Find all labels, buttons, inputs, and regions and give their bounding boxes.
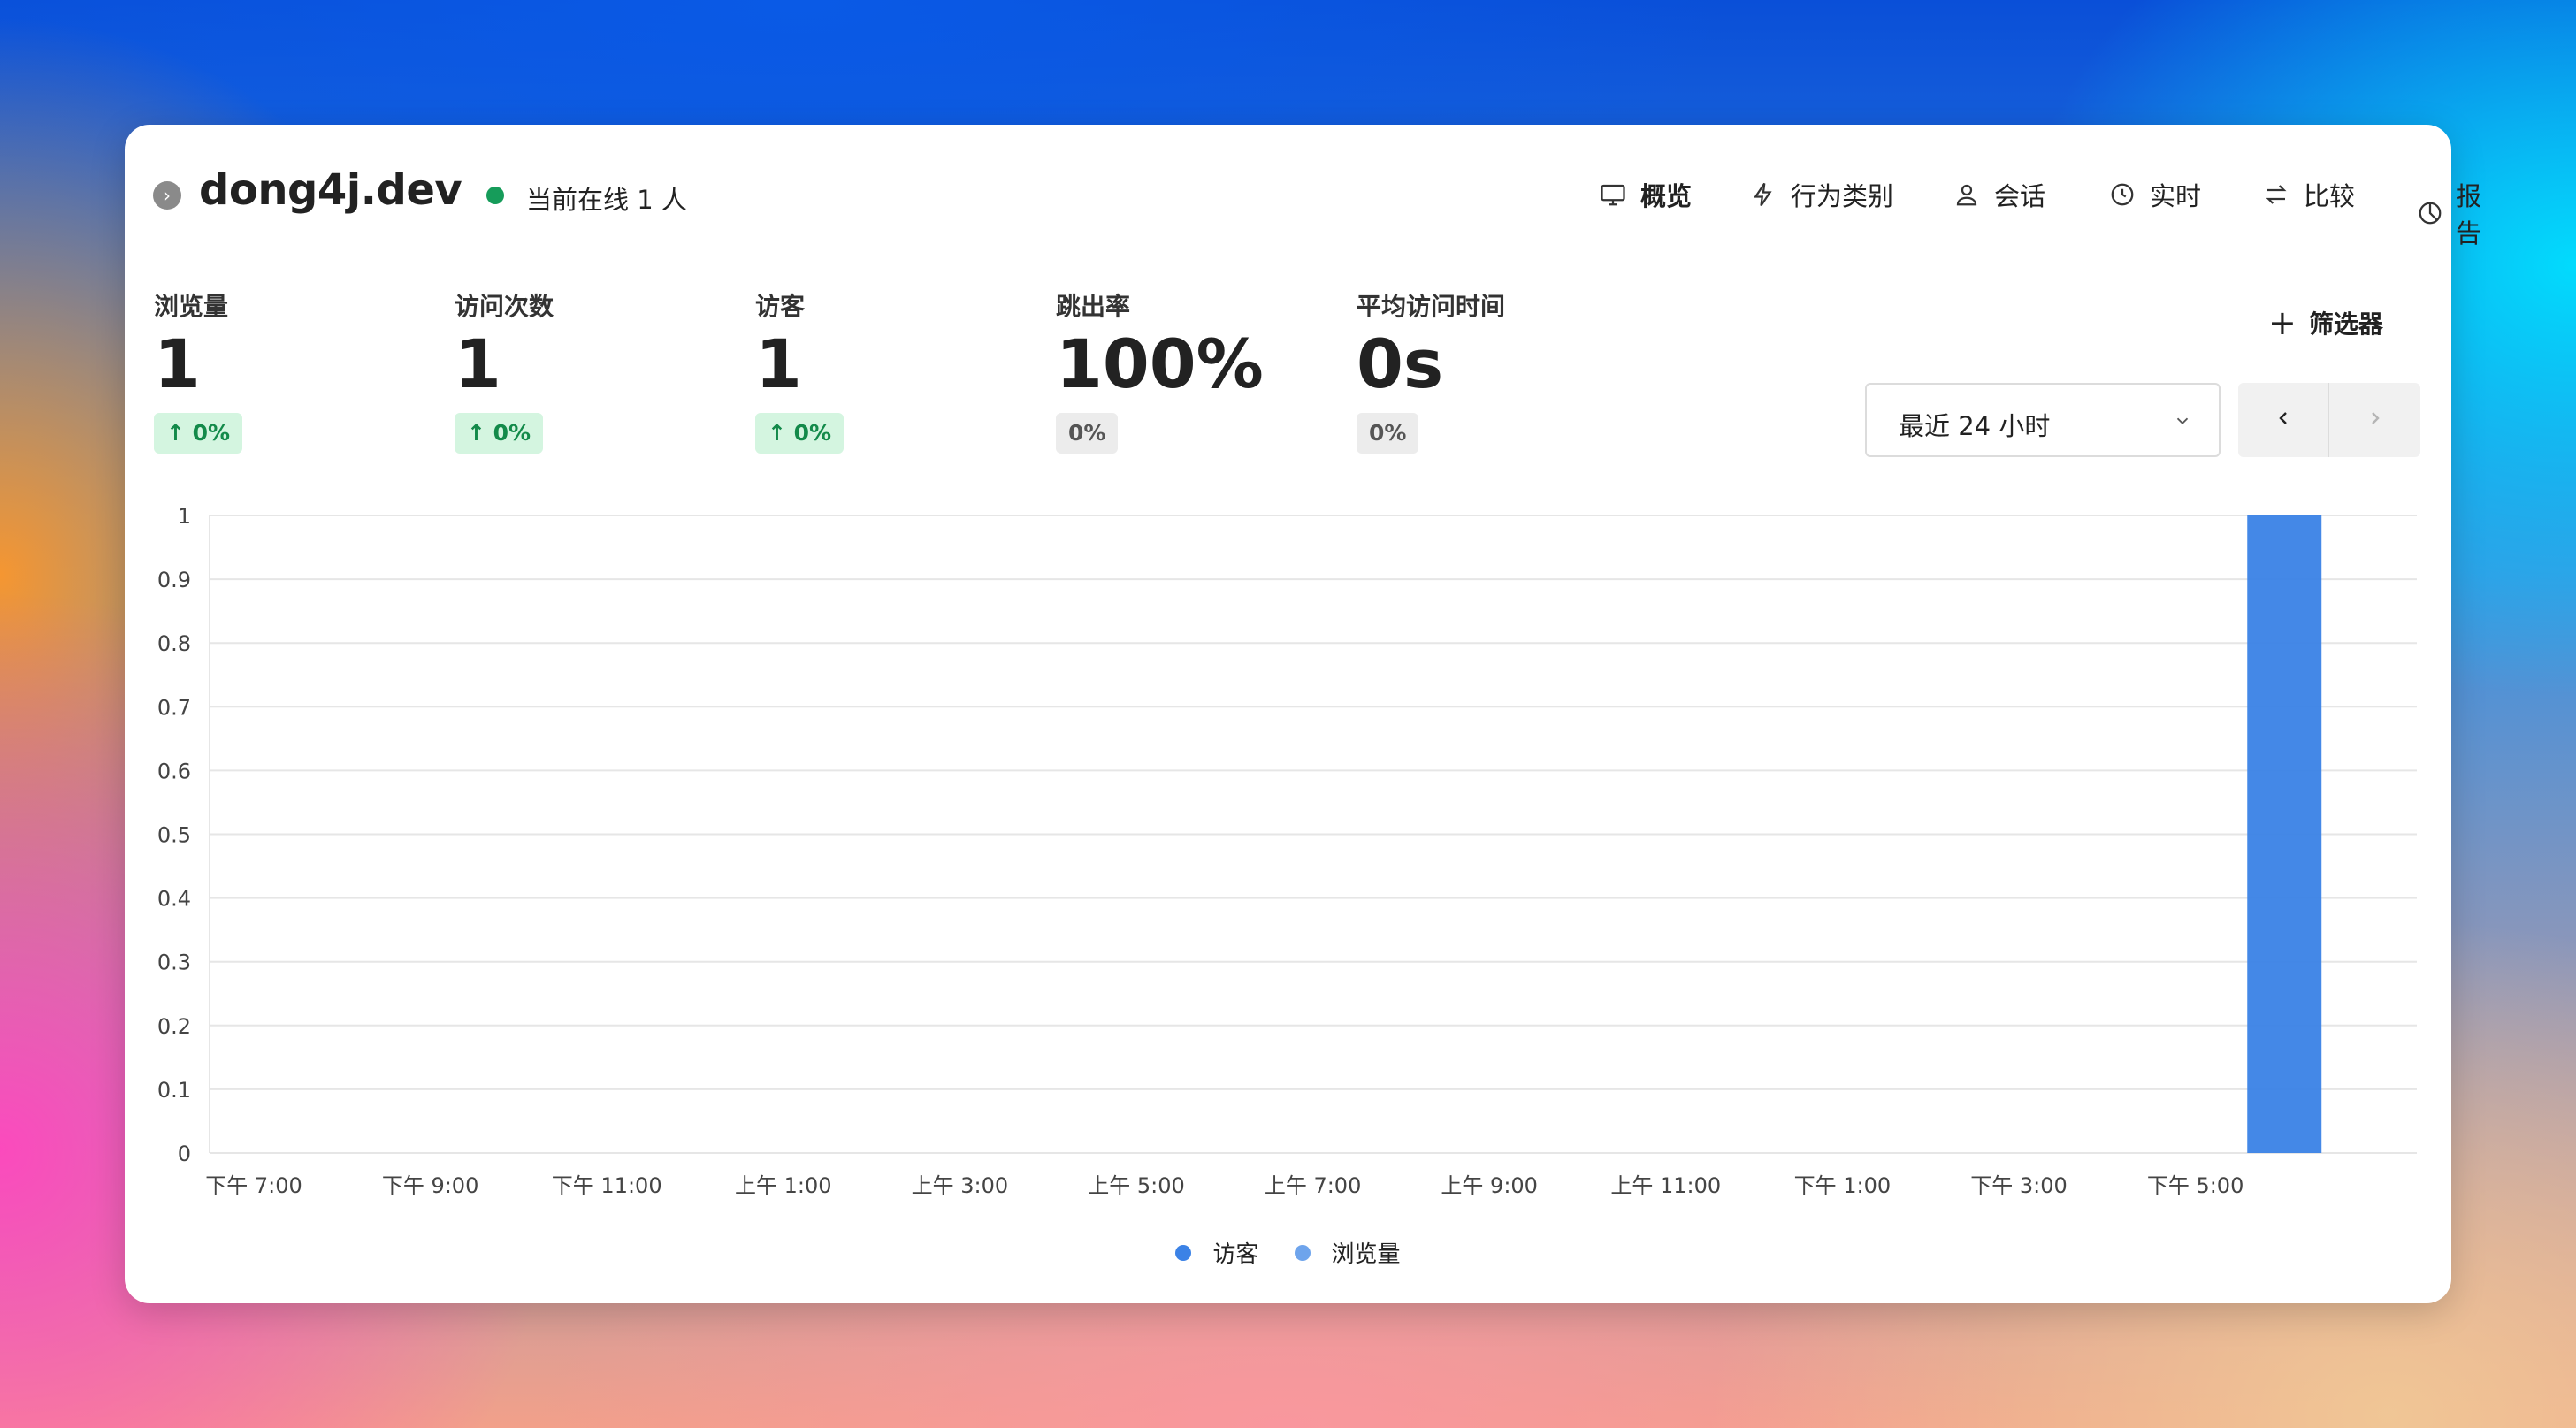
y-tick-label: 0.5	[157, 823, 191, 848]
x-tick-label: 下午 5:00	[2147, 1173, 2244, 1198]
legend-dot	[1175, 1244, 1192, 1261]
legend-item-views[interactable]: 浏览量	[1294, 1236, 1401, 1269]
x-tick-label: 上午 9:00	[1441, 1173, 1538, 1198]
x-tick-label: 上午 5:00	[1088, 1173, 1185, 1198]
legend-label: 访客	[1212, 1241, 1259, 1268]
x-tick-label: 下午 11:00	[552, 1173, 662, 1198]
bar-visitors	[2247, 515, 2322, 1153]
x-tick-label: 下午 3:00	[1970, 1173, 2068, 1198]
x-tick-label: 上午 11:00	[1610, 1173, 1721, 1198]
analytics-card: › dong4j.dev 当前在线 1 人 概览 行为类别 会话 实时 比较 报…	[125, 125, 2481, 1303]
x-tick-label: 上午 3:00	[912, 1173, 1009, 1198]
traffic-chart: 0 0.1 0.2 0.3 0.4 0.5 0.6 0.7 0.8 0.9 1 下午 7:00 下午 9…	[157, 504, 2417, 1198]
tab-reports-label: 报告	[2456, 181, 2482, 248]
x-tick-label: 下午 9:00	[382, 1173, 479, 1198]
y-tick-label: 0.4	[157, 887, 191, 912]
y-tick-label: 0.9	[157, 568, 191, 592]
y-tick-label: 0.2	[157, 1014, 191, 1039]
legend-item-visitors[interactable]: 访客	[1175, 1236, 1259, 1269]
x-tick-label: 上午 1:00	[735, 1173, 832, 1198]
legend-label: 浏览量	[1331, 1241, 1401, 1268]
y-tick-label: 0.1	[157, 1078, 191, 1103]
x-tick-label: 下午 7:00	[205, 1173, 302, 1198]
y-tick-label: 1	[178, 504, 191, 529]
y-tick-label: 0.7	[157, 695, 191, 720]
legend-dot	[1294, 1244, 1311, 1261]
x-tick-label: 上午 7:00	[1265, 1173, 1362, 1198]
y-tick-label: 0.8	[157, 631, 191, 656]
chart-legend: 访客 浏览量	[125, 1236, 2451, 1269]
y-tick-label: 0	[178, 1142, 191, 1166]
y-tick-label: 0.3	[157, 951, 191, 975]
y-tick-label: 0.6	[157, 759, 191, 783]
x-tick-label: 下午 1:00	[1794, 1173, 1892, 1198]
